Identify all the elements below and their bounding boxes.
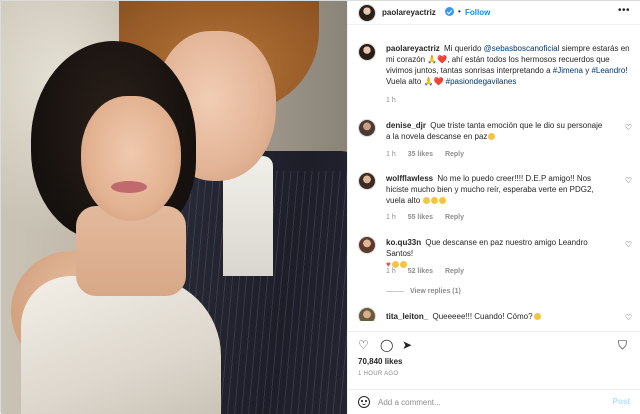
- comment-avatar[interactable]: [358, 236, 376, 254]
- caption-time: 1 h: [386, 97, 396, 104]
- caption-mention-link[interactable]: @sebasboscanoficial: [484, 44, 560, 53]
- instagram-post: paolareyactriz • Follow ••• paolareyactr…: [0, 0, 640, 414]
- comment-username[interactable]: ko.qu33n: [386, 238, 421, 247]
- comment-like-count[interactable]: 52 likes: [408, 268, 433, 275]
- caption-body: paolareyactriz Mi querido @sebasboscanof…: [386, 43, 632, 87]
- header-separator: •: [458, 7, 461, 16]
- comment-meta: 1 h 35 likes Reply: [386, 151, 474, 158]
- comment-like-heart-icon[interactable]: ♡: [625, 313, 632, 321]
- comment-body: tita_leiton_ Queeeee!!! Cuando! Cómo?: [386, 311, 606, 321]
- comment-like-heart-icon[interactable]: ♡: [625, 123, 632, 132]
- comment-like-count[interactable]: 55 likes: [408, 214, 433, 221]
- comment-time: 1 h: [386, 268, 396, 275]
- comment-avatar[interactable]: [358, 119, 376, 137]
- crying-face-icon: [431, 197, 439, 204]
- verified-badge-icon: [445, 7, 454, 16]
- comment-reply-button[interactable]: Reply: [445, 268, 464, 275]
- comment-username[interactable]: tita_leiton_: [386, 312, 428, 321]
- post-photo[interactable]: [1, 1, 347, 414]
- add-comment-bar: Post: [348, 389, 640, 414]
- comment-username[interactable]: wolfflawless: [386, 174, 433, 183]
- comment-avatar[interactable]: [358, 307, 376, 321]
- comment-reply-button[interactable]: Reply: [445, 151, 464, 158]
- more-options-icon[interactable]: •••: [618, 5, 630, 16]
- comment-time: 1 h: [386, 151, 396, 158]
- comment-like-count[interactable]: 35 likes: [408, 151, 433, 158]
- comment-bubble-icon[interactable]: ◯: [380, 339, 393, 351]
- comments-list[interactable]: paolareyactriz Mi querido @sebasboscanof…: [348, 31, 640, 321]
- add-comment-input[interactable]: [378, 395, 588, 409]
- comment-meta: 1 h 55 likes Reply: [386, 214, 474, 221]
- author-username[interactable]: paolareyactriz: [382, 8, 436, 17]
- caption-meta: 1 h: [386, 97, 406, 104]
- caption-username[interactable]: paolareyactriz: [386, 44, 440, 53]
- share-paper-plane-icon[interactable]: ➤: [402, 339, 412, 351]
- crying-face-icon: [439, 197, 447, 204]
- comment-body: ko.qu33n Que descanse en paz nuestro ami…: [386, 237, 606, 270]
- comment-time: 1 h: [386, 214, 396, 221]
- post-side-panel: paolareyactriz • Follow ••• paolareyactr…: [347, 1, 640, 414]
- save-bookmark-icon[interactable]: ⛉: [618, 339, 627, 351]
- emoji-smiley-icon[interactable]: [358, 396, 370, 408]
- comment-like-heart-icon[interactable]: ♡: [625, 176, 632, 185]
- like-heart-icon[interactable]: ♡: [358, 339, 369, 351]
- comment-meta: 1 h 52 likes Reply: [386, 268, 474, 275]
- caption-hashtag-leandro[interactable]: #Leandro: [591, 66, 625, 75]
- sad-face-icon: [488, 133, 496, 140]
- shocked-face-icon: [533, 313, 541, 320]
- post-comment-button[interactable]: Post: [613, 397, 630, 406]
- photo-woman-dress: [21, 276, 221, 414]
- post-time-ago[interactable]: 1 HOUR AGO: [358, 371, 398, 377]
- likes-count[interactable]: 70,840 likes: [358, 357, 402, 366]
- caption-hashtag-jimena[interactable]: #Jimena: [553, 66, 583, 75]
- author-avatar[interactable]: [358, 4, 376, 22]
- comment-text: Queeeee!!! Cuando! Cómo?: [432, 312, 533, 321]
- comment-like-heart-icon[interactable]: ♡: [625, 240, 632, 249]
- caption-hashtag-pasiondegavilanes[interactable]: #pasiondegavilanes: [446, 77, 517, 86]
- post-header: paolareyactriz • Follow •••: [348, 1, 640, 25]
- follow-button[interactable]: Follow: [465, 8, 490, 17]
- praying-hands-icon: [391, 261, 399, 268]
- view-replies-button[interactable]: View replies (1): [386, 288, 461, 295]
- photo-woman-lips: [111, 181, 147, 193]
- crying-face-icon: [399, 261, 407, 268]
- comment-avatar[interactable]: [358, 172, 376, 190]
- post-actions-bar: ♡ ◯ ➤ ⛉: [348, 331, 640, 357]
- caption-avatar[interactable]: [358, 43, 376, 61]
- crying-face-icon: [423, 197, 431, 204]
- photo-woman-face: [81, 96, 181, 221]
- comment-reply-button[interactable]: Reply: [445, 214, 464, 221]
- caption-text-1: Mi querido: [444, 44, 484, 53]
- comment-username[interactable]: denise_djr: [386, 121, 426, 130]
- comment-body: denise_djr Que triste tanta emoción que …: [386, 120, 606, 142]
- comment-body: wolfflawless No me lo puedo creer!!!! D.…: [386, 173, 606, 206]
